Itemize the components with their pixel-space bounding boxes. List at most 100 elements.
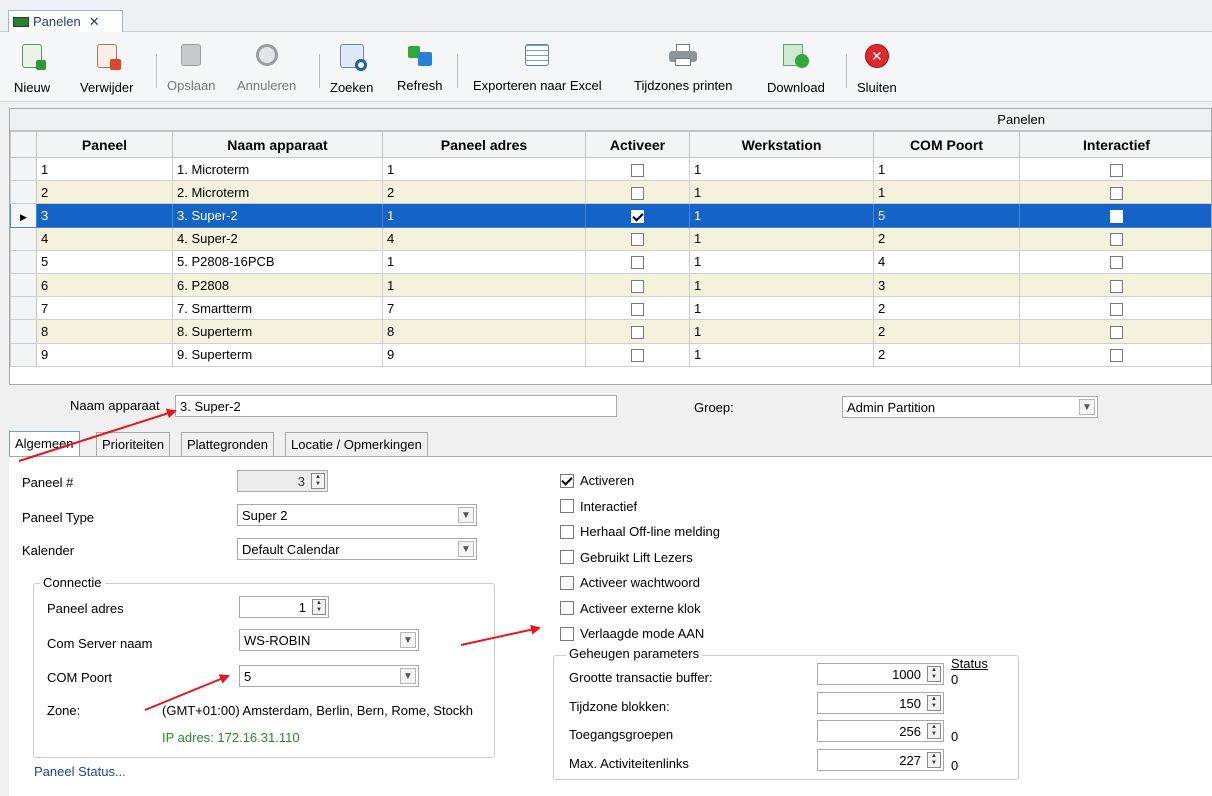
spin-arrows-icon[interactable]: ▲ ▼ bbox=[927, 694, 941, 711]
activeer-checkbox[interactable] bbox=[631, 163, 644, 177]
tab-algemeen[interactable]: Algemeen bbox=[9, 431, 80, 457]
column-header[interactable]: Activeer bbox=[585, 131, 690, 158]
interactief-checkbox[interactable] bbox=[1110, 279, 1123, 293]
com-server-combo[interactable]: WS-ROBIN ▼ bbox=[239, 629, 419, 651]
spin-arrows-icon[interactable]: ▲ ▼ bbox=[927, 723, 941, 739]
activeer-checkbox[interactable] bbox=[631, 325, 644, 339]
cell-com[interactable]: 1 bbox=[873, 180, 1020, 205]
row-selector[interactable]: ▶ bbox=[10, 203, 37, 228]
tab-locatie-opmerkingen[interactable]: Locatie / Opmerkingen bbox=[285, 432, 428, 456]
option-checkbox[interactable] bbox=[560, 473, 574, 488]
activeer-checkbox[interactable] bbox=[631, 256, 644, 270]
tab-plattegronden[interactable]: Plattegronden bbox=[181, 432, 274, 456]
table-row[interactable]: 6 6. P2808 1 1 3 bbox=[10, 272, 1211, 298]
cell-com[interactable]: 2 bbox=[873, 226, 1020, 251]
cell-interactief[interactable] bbox=[1019, 226, 1211, 251]
row-selector[interactable] bbox=[10, 296, 37, 321]
new-button[interactable]: Nieuw bbox=[14, 32, 50, 102]
cell-adres[interactable]: 1 bbox=[382, 249, 586, 274]
cell-werkstation[interactable]: 1 bbox=[689, 180, 874, 205]
cell-werkstation[interactable]: 1 bbox=[689, 156, 874, 182]
cell-activeer[interactable] bbox=[585, 272, 690, 298]
cell-interactief[interactable] bbox=[1019, 249, 1211, 274]
cell-activeer[interactable] bbox=[585, 180, 690, 205]
option-checkbox[interactable] bbox=[560, 601, 574, 615]
column-header[interactable]: COM Poort bbox=[873, 131, 1020, 158]
spin-arrows-icon[interactable]: ▲ ▼ bbox=[927, 666, 941, 682]
panel-status-link[interactable]: Paneel Status... bbox=[34, 764, 126, 779]
cell-com[interactable]: 2 bbox=[873, 342, 1020, 367]
option-checkbox-row[interactable]: Verlaagde mode AAN bbox=[560, 626, 704, 641]
option-checkbox-row[interactable]: Gebruikt Lift Lezers bbox=[560, 550, 693, 565]
device-name-input[interactable]: 3. Super-2 bbox=[175, 395, 617, 417]
cell-adres[interactable]: 8 bbox=[382, 319, 586, 344]
option-checkbox[interactable] bbox=[560, 499, 574, 513]
cell-werkstation[interactable]: 1 bbox=[689, 342, 874, 367]
search-button[interactable]: Zoeken bbox=[330, 32, 373, 102]
cell-adres[interactable]: 1 bbox=[382, 272, 586, 298]
table-row[interactable]: 7 7. Smartterm 7 1 2 bbox=[10, 296, 1211, 321]
chevron-down-icon[interactable]: ▼ bbox=[458, 507, 474, 523]
cell-interactief[interactable] bbox=[1019, 272, 1211, 298]
cell-interactief[interactable] bbox=[1019, 342, 1211, 367]
spin-arrows-icon[interactable]: ▲ ▼ bbox=[312, 599, 326, 615]
cell-com[interactable]: 4 bbox=[873, 249, 1020, 274]
cell-werkstation[interactable]: 1 bbox=[689, 296, 874, 321]
row-selector[interactable] bbox=[10, 180, 37, 205]
interactief-checkbox[interactable] bbox=[1110, 349, 1123, 363]
cell-adres[interactable]: 1 bbox=[382, 156, 586, 182]
close-button[interactable]: ✕ Sluiten bbox=[857, 32, 897, 102]
cell-naam[interactable]: 7. Smartterm bbox=[172, 296, 383, 321]
cell-com[interactable]: 5 bbox=[873, 203, 1020, 228]
option-checkbox[interactable] bbox=[560, 550, 574, 564]
cell-naam[interactable]: 8. Superterm bbox=[172, 319, 383, 344]
cell-naam[interactable]: 4. Super-2 bbox=[172, 226, 383, 251]
column-header[interactable]: Werkstation bbox=[689, 131, 874, 158]
interactief-checkbox[interactable] bbox=[1110, 325, 1123, 339]
cell-naam[interactable]: 6. P2808 bbox=[172, 272, 383, 298]
export-excel-button[interactable]: Exporteren naar Excel bbox=[473, 32, 602, 102]
activeer-checkbox[interactable] bbox=[631, 349, 644, 363]
option-checkbox-row[interactable]: Interactief bbox=[560, 499, 637, 514]
cell-activeer[interactable] bbox=[585, 156, 690, 182]
delete-button[interactable]: Verwijder bbox=[80, 32, 133, 102]
cell-interactief[interactable] bbox=[1019, 319, 1211, 344]
cell-paneel[interactable]: 2 bbox=[36, 180, 173, 205]
row-selector[interactable] bbox=[10, 272, 37, 298]
memory-param-stepper[interactable]: 1000 ▲ ▼ bbox=[817, 663, 944, 685]
chevron-down-icon[interactable]: ▼ bbox=[1079, 399, 1095, 415]
table-row[interactable]: 1 1. Microterm 1 1 1 bbox=[10, 156, 1211, 182]
cell-interactief[interactable] bbox=[1019, 156, 1211, 182]
table-row[interactable]: 5 5. P2808-16PCB 1 1 4 bbox=[10, 249, 1211, 274]
cell-paneel[interactable]: 5 bbox=[36, 249, 173, 274]
table-row[interactable]: 4 4. Super-2 4 1 2 bbox=[10, 226, 1211, 251]
cell-naam[interactable]: 2. Microterm bbox=[172, 180, 383, 205]
com-port-combo[interactable]: 5 ▼ bbox=[239, 665, 419, 687]
cell-activeer[interactable] bbox=[585, 203, 690, 228]
calendar-combo[interactable]: Default Calendar ▼ bbox=[237, 538, 477, 560]
cell-com[interactable]: 2 bbox=[873, 319, 1020, 344]
cell-activeer[interactable] bbox=[585, 342, 690, 367]
cell-werkstation[interactable]: 1 bbox=[689, 226, 874, 251]
activeer-checkbox[interactable] bbox=[631, 302, 644, 316]
cell-interactief[interactable] bbox=[1019, 203, 1211, 228]
interactief-checkbox[interactable] bbox=[1110, 186, 1123, 200]
download-button[interactable]: Download bbox=[767, 32, 825, 102]
option-checkbox-row[interactable]: Activeer wachtwoord bbox=[560, 575, 700, 590]
row-selector[interactable] bbox=[10, 319, 37, 344]
column-header[interactable]: Paneel bbox=[36, 131, 173, 158]
cell-werkstation[interactable]: 1 bbox=[689, 319, 874, 344]
cell-adres[interactable]: 2 bbox=[382, 180, 586, 205]
table-row[interactable]: 9 9. Superterm 9 1 2 bbox=[10, 342, 1211, 367]
interactief-checkbox[interactable] bbox=[1110, 233, 1123, 247]
cell-activeer[interactable] bbox=[585, 296, 690, 321]
cell-naam[interactable]: 1. Microterm bbox=[172, 156, 383, 182]
print-timezones-button[interactable]: Tijdzones printen bbox=[634, 32, 733, 102]
option-checkbox-row[interactable]: Herhaal Off-line melding bbox=[560, 524, 720, 539]
cancel-button[interactable]: Annuleren bbox=[237, 32, 296, 102]
cell-naam[interactable]: 5. P2808-16PCB bbox=[172, 249, 383, 274]
cell-paneel[interactable]: 3 bbox=[36, 203, 173, 228]
table-row[interactable]: 2 2. Microterm 2 1 1 bbox=[10, 180, 1211, 205]
interactief-checkbox[interactable] bbox=[1110, 163, 1123, 177]
cell-com[interactable]: 2 bbox=[873, 296, 1020, 321]
